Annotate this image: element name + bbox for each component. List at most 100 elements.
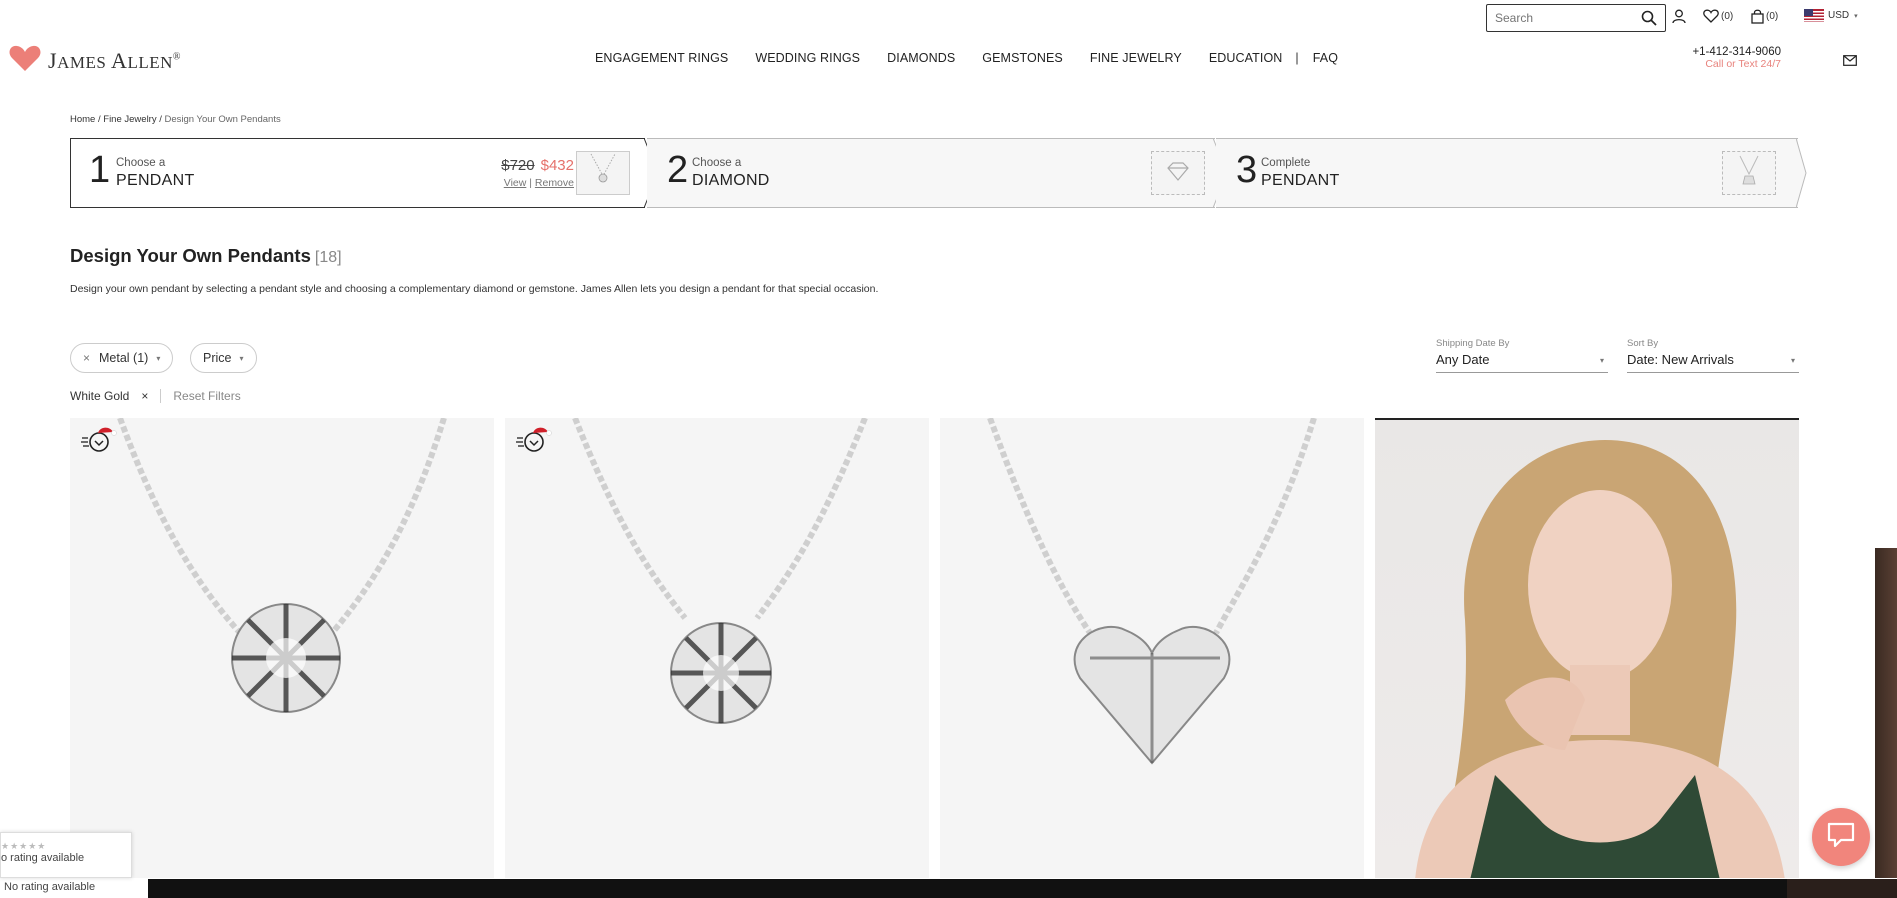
step-arrow-icon [1796,138,1807,208]
step-choose-diamond[interactable]: 2 Choose a DIAMOND [647,138,1228,208]
build-steps: 1 Choose a PENDANT $720 $432 View | Remov… [70,138,1807,208]
step-label: PENDANT [1261,172,1340,189]
reset-filters-link[interactable]: Reset Filters [173,389,240,403]
model-photo-image [1415,440,1785,878]
breadcrumb-current: Design Your Own Pendants [164,114,281,125]
divider [160,389,162,403]
sort-label: Sort By [1627,338,1659,349]
diamond-placeholder [1151,151,1205,195]
pendant-thumbnail [576,151,630,195]
rating-text: o rating available [1,852,85,864]
rating-widget[interactable]: ★★★★★ o rating available [0,832,132,878]
shipping-date-label: Shipping Date By [1436,338,1510,349]
express-shipping-icon [515,424,555,459]
rating-stars: ★★★★★ [1,841,47,851]
nav-engagement-rings[interactable]: ENGAGEMENT RINGS [595,51,728,65]
wishlist-count: (0) [1721,10,1734,22]
rating-text-secondary: No rating available [4,881,96,893]
search-icon[interactable] [1641,10,1657,31]
product-card[interactable] [70,418,494,878]
nav-separator: | [1295,51,1299,65]
price-filter[interactable]: Price ▾ [190,343,257,373]
logo[interactable]: JAMES ALLEN® [8,44,181,77]
applied-filter-white-gold: White Gold [70,389,130,403]
nav-gemstones[interactable]: GEMSTONES [982,51,1063,65]
us-flag-icon [1804,9,1824,22]
utility-bar: (0) (0) USD ▾ [0,0,1897,36]
search-box[interactable] [1486,4,1666,32]
step-label-small: Choose a [116,157,166,169]
metal-filter-label: Metal (1) [99,351,149,365]
diamond-icon [1167,162,1189,181]
phone-number[interactable]: +1-412-314-9060 [1692,46,1781,58]
sort-value: Date: New Arrivals [1627,352,1734,367]
heart-icon [1703,9,1719,23]
breadcrumb-fine-jewelry[interactable]: Fine Jewelry [103,114,156,125]
result-count: [18] [314,249,342,266]
page-description: Design your own pendant by selecting a p… [70,283,879,295]
heart-pendant-image [987,418,1317,765]
step-price: $720 $432 [501,157,574,174]
logo-text: JAMES ALLEN® [48,47,181,73]
main-header: JAMES ALLEN® ENGAGEMENT RINGS WEDDING RI… [0,36,1897,80]
round-pendant-image [572,418,868,724]
phone-subtext: Call or Text 24/7 [1705,58,1781,70]
original-price: $720 [501,157,535,174]
applied-filters: White Gold × Reset Filters [70,389,241,403]
cart-count: (0) [1766,11,1779,22]
price-filter-label: Price [203,351,232,365]
step-number: 2 [667,149,689,191]
chevron-down-icon: ▾ [1599,356,1604,365]
main-nav: ENGAGEMENT RINGS WEDDING RINGS DIAMONDS … [595,51,1365,65]
step-number: 3 [1236,149,1258,191]
step-label-small: Complete [1261,157,1311,169]
mail-icon[interactable] [1843,53,1857,71]
nav-faq[interactable]: FAQ [1313,51,1338,65]
close-icon[interactable]: × [141,389,148,403]
shipping-date-value: Any Date [1436,352,1490,367]
step-choose-pendant[interactable]: 1 Choose a PENDANT $720 $432 View | Remov… [70,138,659,208]
chevron-down-icon: ▾ [1790,356,1795,365]
close-icon[interactable]: × [83,351,90,365]
chevron-down-icon: ▾ [1854,12,1858,20]
step-label: DIAMOND [692,172,770,189]
contact-info[interactable]: +1-412-314-9060 Call or Text 24/7 [1692,46,1781,70]
currency-selector[interactable]: USD ▾ [1804,9,1858,22]
breadcrumb: Home / Fine Jewelry / Design Your Own Pe… [70,114,281,125]
metal-filter[interactable]: × Metal (1) ▾ [70,343,174,373]
wishlist-button[interactable]: (0) [1703,9,1733,23]
step-label: PENDANT [116,172,195,189]
product-card[interactable] [1375,418,1799,878]
shipping-date-dropdown[interactable]: Shipping Date By Any Date ▾ [1436,338,1608,373]
step-label-small: Choose a [692,157,742,169]
chat-button[interactable] [1812,808,1870,866]
step-number: 1 [89,149,111,191]
cart-button[interactable]: (0) [1751,9,1778,24]
step-complete-pendant[interactable]: 3 Complete PENDANT [1216,138,1807,208]
product-card[interactable] [505,418,929,878]
chevron-down-icon: ▾ [239,353,244,363]
view-link[interactable]: View [504,177,527,189]
sort-dropdown[interactable]: Sort By Date: New Arrivals ▾ [1627,338,1799,373]
bag-icon [1751,9,1764,24]
adjacent-product-image [1875,548,1897,878]
complete-pendant-placeholder [1722,151,1776,195]
round-pendant-image [117,418,447,713]
pendant-icon [1739,155,1759,185]
user-icon [1672,9,1686,24]
nav-diamonds[interactable]: DIAMONDS [887,51,955,65]
chat-icon [1827,822,1855,853]
breadcrumb-home[interactable]: Home [70,114,95,125]
product-card[interactable] [940,418,1364,878]
nav-wedding-rings[interactable]: WEDDING RINGS [755,51,860,65]
remove-link[interactable]: Remove [535,177,574,189]
sale-price: $432 [540,157,574,174]
account-button[interactable] [1672,9,1686,24]
nav-education[interactable]: EDUCATION [1209,51,1283,65]
step-links: View | Remove [503,177,574,189]
bottom-image-strip [148,879,1897,898]
page-title: Design Your Own Pendants [18] [70,245,342,266]
currency-label: USD [1828,10,1850,21]
nav-fine-jewelry[interactable]: FINE JEWELRY [1090,51,1182,65]
search-input[interactable] [1487,5,1627,31]
